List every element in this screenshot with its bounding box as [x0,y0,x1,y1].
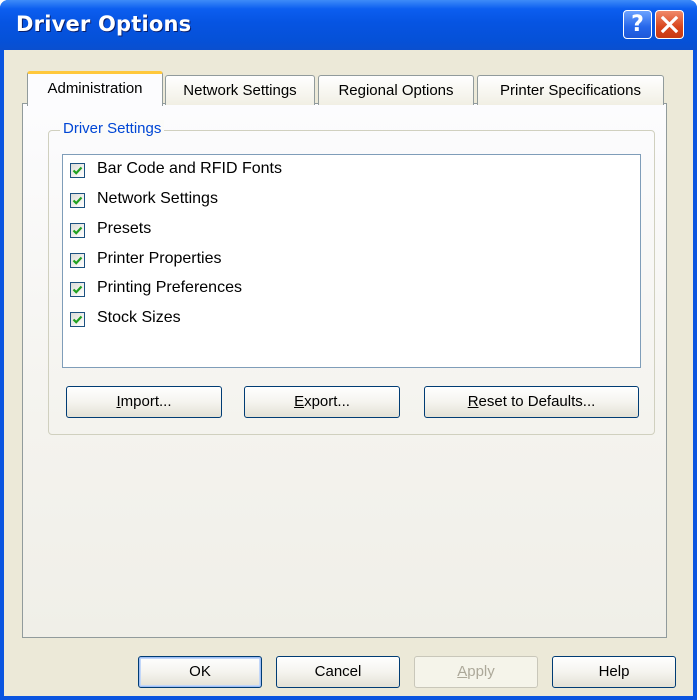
list-item-label: Printing Preferences [97,279,242,296]
import-label: mport... [120,393,172,410]
question-mark-icon: ? [631,12,644,37]
checkmark-icon [72,256,83,265]
checkbox[interactable] [70,193,85,208]
checkmark-icon [72,166,83,175]
window-title: Driver Options [16,12,192,36]
apply-label: pply [467,663,495,680]
tab-administration[interactable]: Administration [27,71,163,106]
export-button[interactable]: Export... [244,386,400,418]
checkmark-icon [72,285,83,294]
export-mnemonic: E [294,393,305,410]
title-bar[interactable]: Driver Options ? [0,0,697,50]
checkbox[interactable] [70,223,85,238]
reset-mnemonic: R [467,393,479,410]
tab-network-settings[interactable]: Network Settings [165,75,315,105]
checkbox[interactable] [70,253,85,268]
checkmark-icon [72,315,83,324]
reset-label: eset to Defaults... [478,393,596,410]
apply-button[interactable]: Apply [414,656,538,688]
checkbox[interactable] [70,282,85,297]
checkmark-icon [72,196,83,205]
checkmark-icon [72,226,83,235]
cancel-button[interactable]: Cancel [276,656,400,688]
driver-settings-legend: Driver Settings [60,120,165,137]
list-item-label: Bar Code and RFID Fonts [97,160,282,177]
list-item-label: Stock Sizes [97,309,181,326]
reset-to-defaults-button[interactable]: Reset to Defaults... [424,386,639,418]
list-item-label: Presets [97,220,152,237]
close-button[interactable] [655,10,684,39]
list-item-label: Printer Properties [97,250,222,267]
ok-button[interactable]: OK [138,656,262,688]
help-button[interactable]: Help [552,656,676,688]
export-label: xport... [304,393,350,410]
help-title-button[interactable]: ? [623,10,652,39]
checkbox[interactable] [70,312,85,327]
tab-printer-specifications[interactable]: Printer Specifications [477,75,664,105]
apply-mnemonic: A [457,663,468,680]
close-x-icon [660,15,679,34]
tab-regional-options[interactable]: Regional Options [318,75,474,105]
list-item-label: Network Settings [97,190,218,207]
import-button[interactable]: Import... [66,386,222,418]
checkbox[interactable] [70,163,85,178]
